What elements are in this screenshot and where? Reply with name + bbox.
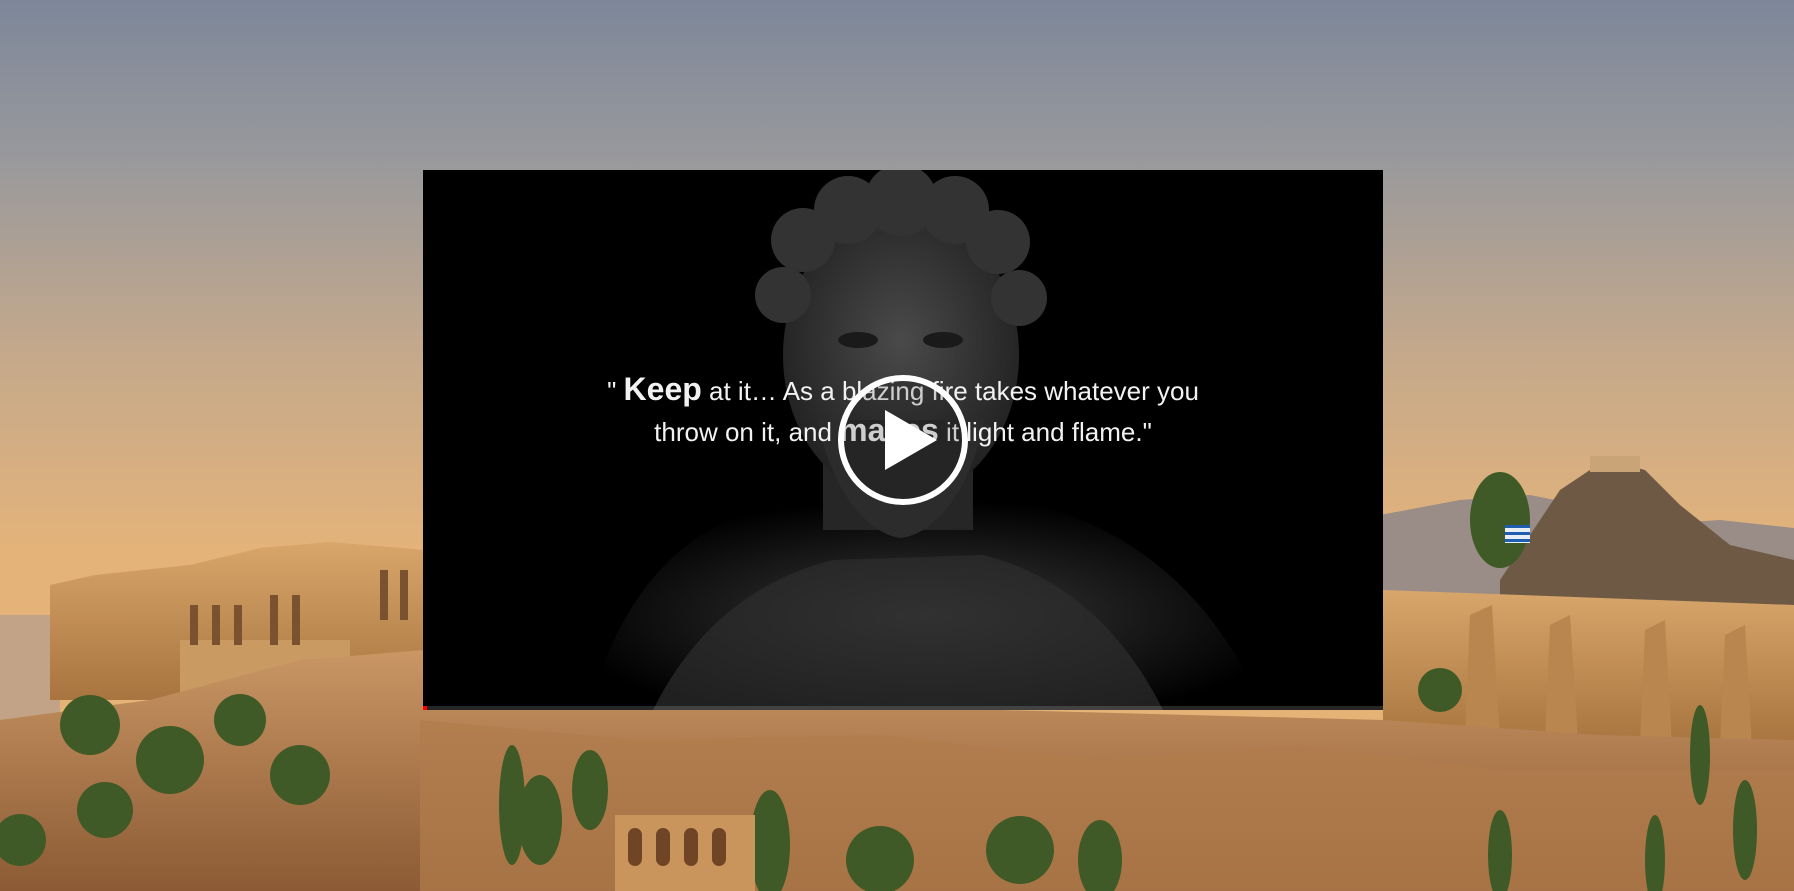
- quote-emphasis-keep: Keep: [623, 371, 702, 407]
- video-progress-fill: [423, 706, 427, 710]
- quote-open: ": [607, 376, 624, 406]
- play-icon: [838, 375, 968, 505]
- page-background: " Keep at it… As a blazing fire takes wh…: [0, 0, 1794, 891]
- video-progress-bar[interactable]: [423, 706, 1383, 710]
- video-player[interactable]: " Keep at it… As a blazing fire takes wh…: [423, 170, 1383, 710]
- play-button[interactable]: [835, 372, 971, 508]
